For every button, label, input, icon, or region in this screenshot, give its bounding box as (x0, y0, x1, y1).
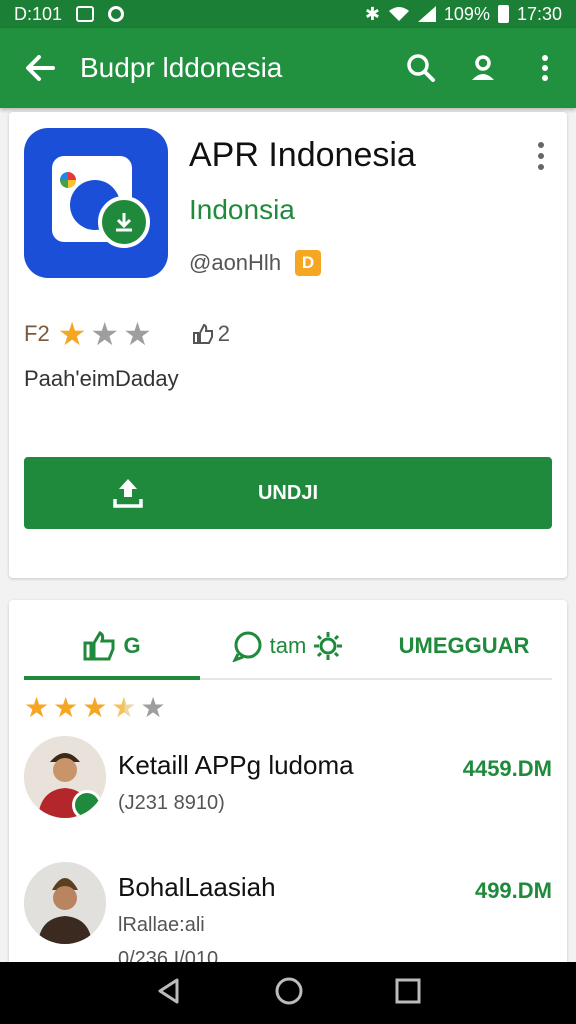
arrow-back-icon (26, 55, 55, 81)
review-name: Ketaill APPg ludoma (118, 750, 354, 780)
app-name: APR Indonesia (189, 136, 416, 174)
battery-percent: 109% (443, 3, 490, 24)
star-icon: ★ (53, 692, 79, 723)
sync-notification-icon (108, 6, 125, 22)
reviews-card: G tam UMEGGUAR ★ ★ ★ ★ ★ Ketaill APPg lu… (9, 600, 567, 980)
likes-value: 2 (217, 321, 230, 346)
star-icon: ★ (140, 692, 166, 723)
thumb-up-icon (83, 631, 115, 661)
app-icon (24, 128, 168, 278)
app-icon-dot (60, 172, 76, 188)
verified-badge-icon (72, 790, 102, 818)
more-vert-icon (542, 55, 548, 81)
rating-value: F2 (24, 321, 50, 346)
square-recents-icon (395, 978, 421, 1003)
sub-label: Paah'eimDaday (24, 366, 179, 391)
star-half-icon: ★ (111, 692, 137, 723)
tab-team-label: tam (269, 633, 307, 658)
install-label: UNDJI (257, 481, 318, 504)
review-subtitle: (J231 8910) (118, 792, 225, 814)
triangle-back-icon (158, 978, 179, 1003)
thumb-up-icon (192, 323, 213, 344)
developer-link[interactable]: Indonsia (189, 194, 295, 226)
person-photo-icon (24, 862, 106, 944)
avatar (24, 862, 106, 944)
list-item[interactable]: BohalLaasiah lRallae:ali 0/236 I/010 499… (24, 858, 552, 970)
tab-likes-label: G (123, 633, 141, 658)
app-bar-title: Budpr lddonesia (80, 52, 283, 83)
avatar (24, 736, 106, 818)
chat-bubble-icon (231, 631, 262, 662)
search-button[interactable] (390, 28, 452, 108)
star-icon: ★ (82, 692, 108, 723)
rating-row: F2 ★ ★ ★ 2 (24, 318, 230, 350)
review-name: BohalLaasiah (118, 872, 276, 902)
tab-likes[interactable]: G (24, 614, 200, 680)
review-price: 499.DM (474, 878, 552, 903)
status-time: 17:30 (516, 3, 562, 24)
tab-more-label: UMEGGUAR (398, 633, 530, 658)
content-rating-badge: D (295, 250, 322, 276)
review-price: 4459.DM (462, 756, 552, 781)
tab-bar: G tam UMEGGUAR (24, 614, 552, 680)
star-icon: ★ (90, 316, 120, 352)
nav-back-button[interactable] (155, 977, 183, 1010)
app-detail-card: APR Indonesia Indonsia @aonHlh D F2 ★ ★ … (9, 112, 567, 578)
back-button[interactable] (0, 28, 80, 108)
star-icon: ★ (123, 316, 152, 352)
list-item[interactable]: Ketaill APPg ludoma (J231 8910) 4459.DM (24, 736, 552, 836)
status-left-text: D:101 (14, 3, 63, 24)
install-button[interactable]: UNDJI (24, 457, 552, 529)
star-icon: ★ (57, 316, 87, 352)
gallery-notification-icon (76, 6, 95, 22)
star-icon: ★ (24, 692, 50, 723)
tab-team[interactable]: tam (200, 614, 376, 678)
app-bar: Budpr lddonesia (0, 28, 576, 108)
menu-dot (538, 153, 544, 159)
search-icon (407, 54, 435, 82)
circle-home-icon (275, 977, 303, 1004)
system-nav-bar (0, 962, 576, 1024)
tab-more[interactable]: UMEGGUAR (376, 614, 552, 678)
card-overflow-menu[interactable] (529, 138, 553, 174)
review-subtitle: lRallae:ali (118, 914, 205, 936)
battery-icon (497, 5, 509, 23)
review-rating: ★ ★ ★ ★ ★ (24, 694, 166, 722)
overflow-menu-button[interactable] (514, 28, 576, 108)
wifi-icon (388, 7, 409, 21)
menu-dot (538, 164, 544, 170)
app-icon-badge (98, 196, 150, 248)
app-meta-text: @aonHlh (189, 250, 282, 275)
account-button[interactable] (452, 28, 514, 108)
nav-home-button[interactable] (274, 976, 304, 1011)
signal-icon (417, 6, 436, 22)
settings-icon (314, 632, 343, 660)
likes-count: 2 (192, 321, 230, 347)
nav-recents-button[interactable] (395, 978, 421, 1009)
person-icon (472, 55, 494, 80)
menu-dot (538, 142, 544, 148)
app-meta: @aonHlh D (189, 250, 322, 276)
download-badge-icon (116, 213, 132, 232)
bluetooth-icon: ✱ (364, 3, 380, 24)
status-bar: D:101 ✱ 109% 17:30 (0, 0, 576, 28)
